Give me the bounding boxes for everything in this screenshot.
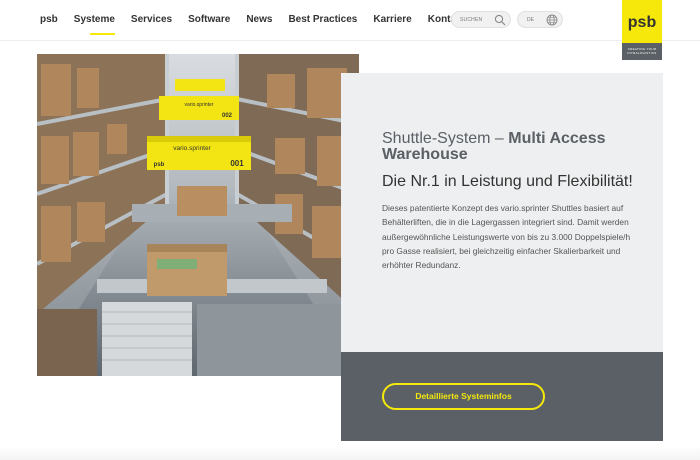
shuttle-001: vario.sprinter 001 psb <box>147 136 251 170</box>
globe-icon <box>546 14 558 26</box>
main-nav: psb Systeme Services Software News Best … <box>40 0 473 40</box>
page-title: Shuttle-System – Multi Access Warehouse <box>382 131 652 163</box>
logo-mark: psb <box>622 0 662 43</box>
nav-karriere[interactable]: Karriere <box>365 1 419 39</box>
nav-software[interactable]: Software <box>180 1 238 39</box>
carton-box <box>147 244 227 296</box>
nav-news[interactable]: News <box>238 1 280 39</box>
top-navigation-bar: psb Systeme Services Software News Best … <box>0 0 700 41</box>
title-light: Shuttle-System – <box>382 130 509 147</box>
search-label: SUCHEN <box>460 16 483 23</box>
detailed-system-info-button[interactable]: Detaillierte Systeminfos <box>382 383 545 410</box>
page-bottom-edge <box>0 446 700 460</box>
svg-text:002: 002 <box>222 113 233 119</box>
description-text: Dieses patentierte Konzept des vario.spr… <box>382 203 631 271</box>
svg-text:vario.sprinter: vario.sprinter <box>185 102 214 108</box>
shuttle-back <box>175 79 225 91</box>
nav-psb[interactable]: psb <box>40 1 66 39</box>
nav-best-practices[interactable]: Best Practices <box>280 1 365 39</box>
logo-wordmark-icon: psb <box>628 14 657 31</box>
search-icon <box>494 14 506 26</box>
language-switcher[interactable]: DE <box>517 11 563 28</box>
svg-text:vario.sprinter: vario.sprinter <box>173 145 211 152</box>
nav-services[interactable]: Services <box>123 1 180 39</box>
svg-text:001: 001 <box>230 159 244 168</box>
svg-text:psb: psb <box>628 14 657 31</box>
logo-tagline: CREATING YOUR INTRALOGISTICS <box>622 43 662 60</box>
svg-text:psb: psb <box>154 162 165 168</box>
warehouse-illustration: vario.sprinter 002 vario.sprinter 001 ps… <box>37 54 359 376</box>
warehouse-shuttle-image: vario.sprinter 002 vario.sprinter 001 ps… <box>37 54 359 376</box>
page-subtitle: Die Nr.1 in Leistung und Flexibilität! <box>382 173 633 190</box>
search-button[interactable]: SUCHEN <box>451 11 511 28</box>
shuttle-002: vario.sprinter 002 <box>159 96 239 120</box>
nav-systeme[interactable]: Systeme <box>66 1 123 39</box>
psb-logo[interactable]: psb CREATING YOUR INTRALOGISTICS <box>622 0 662 60</box>
language-label: DE <box>527 16 534 23</box>
